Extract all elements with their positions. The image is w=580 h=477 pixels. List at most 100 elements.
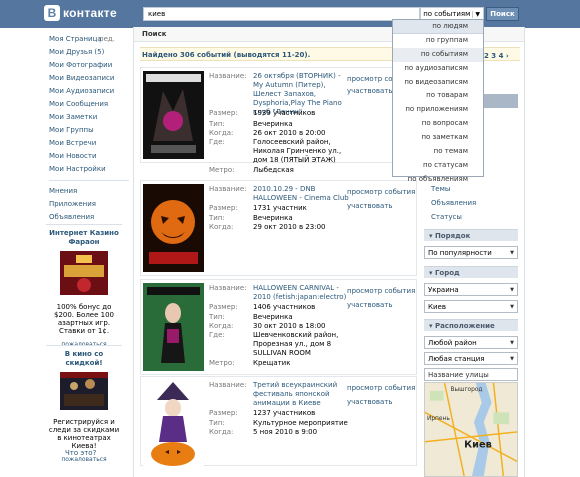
street-input[interactable]: Название улицы bbox=[424, 368, 518, 381]
logo[interactable]: Bконтакте bbox=[44, 3, 134, 23]
event-row-name: Название: Третий всеукраинский фестиваль … bbox=[209, 381, 353, 408]
dropdown-option-questions[interactable]: по вопросам bbox=[393, 117, 483, 131]
dropdown-option-ads[interactable]: по объявлениям bbox=[393, 173, 483, 187]
label: Тип: bbox=[209, 313, 225, 321]
nav-friends[interactable]: Мои Друзья (5) bbox=[49, 46, 129, 59]
order-select[interactable]: По популярности ▼ bbox=[424, 246, 518, 259]
label: Название: bbox=[209, 284, 247, 292]
list-item: Название: HALLOWEEN CARNIVAL - 2010 (feti… bbox=[140, 279, 417, 375]
event-poster[interactable] bbox=[143, 71, 204, 159]
map-city-label: Киев bbox=[464, 440, 492, 451]
country-select[interactable]: Украина ▼ bbox=[424, 283, 518, 296]
event-row-size: Размер: 1731 участник bbox=[209, 204, 353, 213]
label: Название: bbox=[209, 185, 247, 193]
section-order[interactable]: ▾ Порядок bbox=[424, 229, 518, 241]
list-item: Название: Третий всеукраинский фестиваль … bbox=[140, 376, 417, 468]
dropdown-option-statuses[interactable]: по статусам bbox=[393, 159, 483, 173]
event-row-name: Название: HALLOWEEN CARNIVAL - 2010 (feti… bbox=[209, 284, 353, 302]
chevron-down-icon: ▼ bbox=[472, 10, 480, 18]
search-type-dropdown[interactable]: по людям по группам по событиям по аудио… bbox=[392, 19, 484, 183]
whats-this-link[interactable]: Что это? bbox=[65, 449, 96, 457]
nav-news[interactable]: Мои Новости bbox=[49, 150, 129, 163]
nav-groups[interactable]: Мои Группы bbox=[49, 124, 129, 137]
dropdown-option-events[interactable]: по событиям bbox=[393, 47, 483, 62]
nav-photos[interactable]: Мои Фотографии bbox=[49, 59, 129, 72]
nav-audio[interactable]: Мои Аудиозаписи bbox=[49, 85, 129, 98]
event-row-when: Когда: 26 окт 2010 в 20:00 bbox=[209, 129, 353, 138]
filter-link-ads[interactable]: Объявления bbox=[431, 199, 476, 208]
station-select[interactable]: Любая станция ▼ bbox=[424, 352, 518, 365]
dropdown-option-audio[interactable]: по аудиозаписям bbox=[393, 62, 483, 76]
ad-text: 100% бонус до $200. Более 100 азартных и… bbox=[53, 303, 115, 335]
event-when: 5 ноя 2010 в 9:00 bbox=[253, 428, 318, 436]
join-event-link[interactable]: участвовать bbox=[347, 397, 393, 407]
nav-events[interactable]: Мои Встречи bbox=[49, 137, 129, 150]
event-row-metro: Метро: Крещатик bbox=[209, 359, 353, 368]
event-type: Культурное мероприятие bbox=[253, 419, 348, 427]
event-row-where: Где: Шевченковский район, Прорезная ул., … bbox=[209, 331, 353, 358]
list-item: Название: 2010.10.29 - DNB HALLOWEEN - Ci… bbox=[140, 180, 417, 276]
nav-my-page[interactable]: Моя Страница ред. bbox=[49, 33, 129, 46]
join-event-link[interactable]: участвовать bbox=[347, 86, 393, 96]
search-input[interactable]: киев bbox=[143, 7, 420, 21]
section-city[interactable]: ▾ Город bbox=[424, 266, 518, 278]
event-row-size: Размер: 1406 участников bbox=[209, 303, 353, 312]
city-select[interactable]: Киев ▼ bbox=[424, 300, 518, 313]
event-poster[interactable] bbox=[143, 184, 204, 272]
section-title: Расположение bbox=[434, 322, 495, 330]
edit-link[interactable]: ред. bbox=[99, 33, 115, 46]
event-row-when: Когда: 5 ноя 2010 в 9:00 bbox=[209, 428, 353, 437]
join-event-link[interactable]: участвовать bbox=[347, 300, 393, 310]
logo-icon: B bbox=[44, 5, 60, 21]
label: Размер: bbox=[209, 303, 238, 311]
dropdown-option-notes[interactable]: по заметкам bbox=[393, 131, 483, 145]
search-button[interactable]: Поиск bbox=[486, 7, 519, 21]
dropdown-option-groups[interactable]: по группам bbox=[393, 34, 483, 48]
dropdown-option-topics[interactable]: по темам bbox=[393, 145, 483, 159]
event-row-name: Название: 2010.10.29 - DNB HALLOWEEN - Ci… bbox=[209, 185, 353, 203]
view-event-link[interactable]: просмотр события bbox=[347, 187, 415, 197]
event-poster[interactable] bbox=[143, 380, 204, 468]
city-map[interactable]: Киев Вышгород Ирпень bbox=[424, 382, 518, 477]
ad-text: Регистрируйся и следи за скидками в кино… bbox=[48, 418, 120, 450]
view-event-link[interactable]: просмотр события bbox=[347, 383, 415, 393]
label: Размер: bbox=[209, 204, 238, 212]
event-type: Вечеринка bbox=[253, 313, 293, 321]
section-location[interactable]: ▾ Расположение bbox=[424, 319, 518, 331]
nav-notes[interactable]: Мои Заметки bbox=[49, 111, 129, 124]
ad-complain-link[interactable]: пожаловаться bbox=[46, 456, 122, 463]
ad-title[interactable]: Интернет Казино Фараон bbox=[46, 225, 122, 247]
nav-settings[interactable]: Мои Настройки bbox=[49, 163, 129, 176]
nav-opinions[interactable]: Мнения bbox=[49, 185, 129, 198]
ad-image[interactable] bbox=[60, 372, 108, 410]
event-row-type: Тип: Вечеринка bbox=[209, 120, 353, 129]
event-title-link[interactable]: Третий всеукраинский фестиваль японской … bbox=[253, 381, 353, 408]
event-metro: Крещатик bbox=[253, 359, 291, 367]
dropdown-option-people[interactable]: по людям bbox=[393, 20, 483, 34]
label: Когда: bbox=[209, 428, 234, 436]
nav-apps[interactable]: Приложения bbox=[49, 198, 129, 211]
ad-title[interactable]: В кино со скидкой! bbox=[46, 346, 122, 368]
nav-ads[interactable]: Объявления bbox=[49, 211, 129, 224]
nav-messages[interactable]: Мои Сообщения bbox=[49, 98, 129, 111]
event-poster[interactable] bbox=[143, 283, 204, 371]
chevron-down-icon: ▼ bbox=[510, 286, 514, 293]
dropdown-option-goods[interactable]: по товарам bbox=[393, 89, 483, 103]
label: Когда: bbox=[209, 322, 234, 330]
label: Название: bbox=[209, 381, 247, 389]
dropdown-option-video[interactable]: по видеозаписям bbox=[393, 76, 483, 90]
view-event-link[interactable]: просмотр события bbox=[347, 286, 415, 296]
nav-videos[interactable]: Мои Видеозаписи bbox=[49, 72, 129, 85]
event-when: 29 окт 2010 в 23:00 bbox=[253, 223, 326, 231]
pagination[interactable]: 2 3 4 › bbox=[484, 52, 509, 60]
district-select[interactable]: Любой район ▼ bbox=[424, 336, 518, 349]
dropdown-option-apps[interactable]: по приложениям bbox=[393, 103, 483, 117]
ad-image[interactable] bbox=[60, 251, 108, 295]
join-event-link[interactable]: участвовать bbox=[347, 201, 393, 211]
chevron-down-icon: ▼ bbox=[510, 303, 514, 310]
event-title-link[interactable]: HALLOWEEN CARNIVAL - 2010 (fetish:japan:… bbox=[253, 284, 353, 302]
event-size: 1406 участников bbox=[253, 303, 316, 311]
event-where: Шевченковский район, Прорезная ул., дом … bbox=[253, 331, 339, 357]
filter-link-statuses[interactable]: Статусы bbox=[431, 213, 462, 222]
event-title-link[interactable]: 2010.10.29 - DNB HALLOWEEN - Cinema Club bbox=[253, 185, 353, 203]
